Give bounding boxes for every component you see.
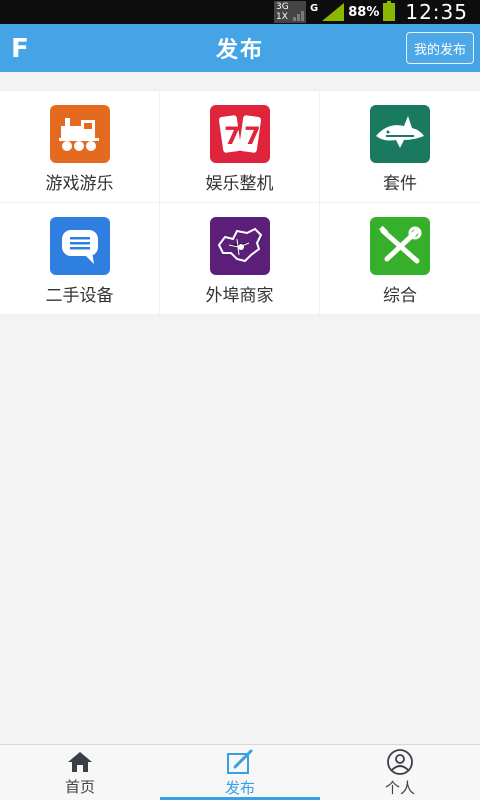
- tools-icon: [370, 217, 430, 275]
- slot-77-icon: 7 7: [209, 105, 270, 163]
- app-logo-icon[interactable]: F: [10, 33, 32, 61]
- category-label: 娱乐整机: [205, 174, 274, 194]
- category-grid: 游戏游乐 7 7 娱乐整机 套件 二手设备 外埠商家 综合: [0, 90, 480, 315]
- category-games[interactable]: 游戏游乐: [0, 91, 160, 203]
- category-used-equipment[interactable]: 二手设备: [0, 203, 160, 315]
- train-icon: [49, 105, 110, 163]
- shark-icon: [370, 105, 430, 163]
- category-label: 综合: [383, 286, 417, 306]
- network-type-badge: 3G 1X: [274, 1, 307, 23]
- svg-text:7: 7: [244, 122, 261, 150]
- home-icon: [68, 752, 92, 772]
- chat-bubble-icon: [49, 217, 110, 275]
- app-header: F 发布 我的发布: [0, 24, 480, 72]
- logo-letter: F: [11, 34, 29, 61]
- tab-personal[interactable]: 个人: [320, 745, 480, 800]
- signal-strength-icon: [322, 3, 345, 21]
- category-label: 套件: [383, 174, 417, 194]
- category-label: 外埠商家: [205, 286, 274, 306]
- svg-text:7: 7: [224, 122, 241, 150]
- category-label: 游戏游乐: [45, 174, 114, 194]
- tab-publish[interactable]: 发布: [160, 745, 320, 800]
- tab-label: 首页: [64, 778, 95, 796]
- battery-percent: 88%: [348, 4, 380, 20]
- page-title: 发布: [215, 38, 264, 63]
- bottom-tab-bar: 首页 发布 个人: [0, 744, 480, 800]
- battery-icon: [383, 1, 396, 21]
- tab-home[interactable]: 首页: [0, 745, 160, 800]
- tab-label: 个人: [384, 779, 415, 797]
- category-entertainment[interactable]: 7 7 娱乐整机: [160, 91, 320, 203]
- category-label: 二手设备: [45, 286, 114, 306]
- category-general[interactable]: 综合: [320, 203, 480, 315]
- data-type-label: G: [310, 2, 319, 14]
- my-posts-button[interactable]: 我的发布: [406, 32, 474, 64]
- category-kits[interactable]: 套件: [320, 91, 480, 203]
- edit-icon: [227, 749, 253, 774]
- status-bar: 3G 1X G 88% 12:35: [0, 0, 480, 24]
- clock: 12:35: [405, 0, 468, 24]
- tab-label: 发布: [224, 779, 255, 797]
- person-icon: [387, 749, 413, 775]
- category-external-merchants[interactable]: 外埠商家: [160, 203, 320, 315]
- china-map-icon: [209, 217, 270, 275]
